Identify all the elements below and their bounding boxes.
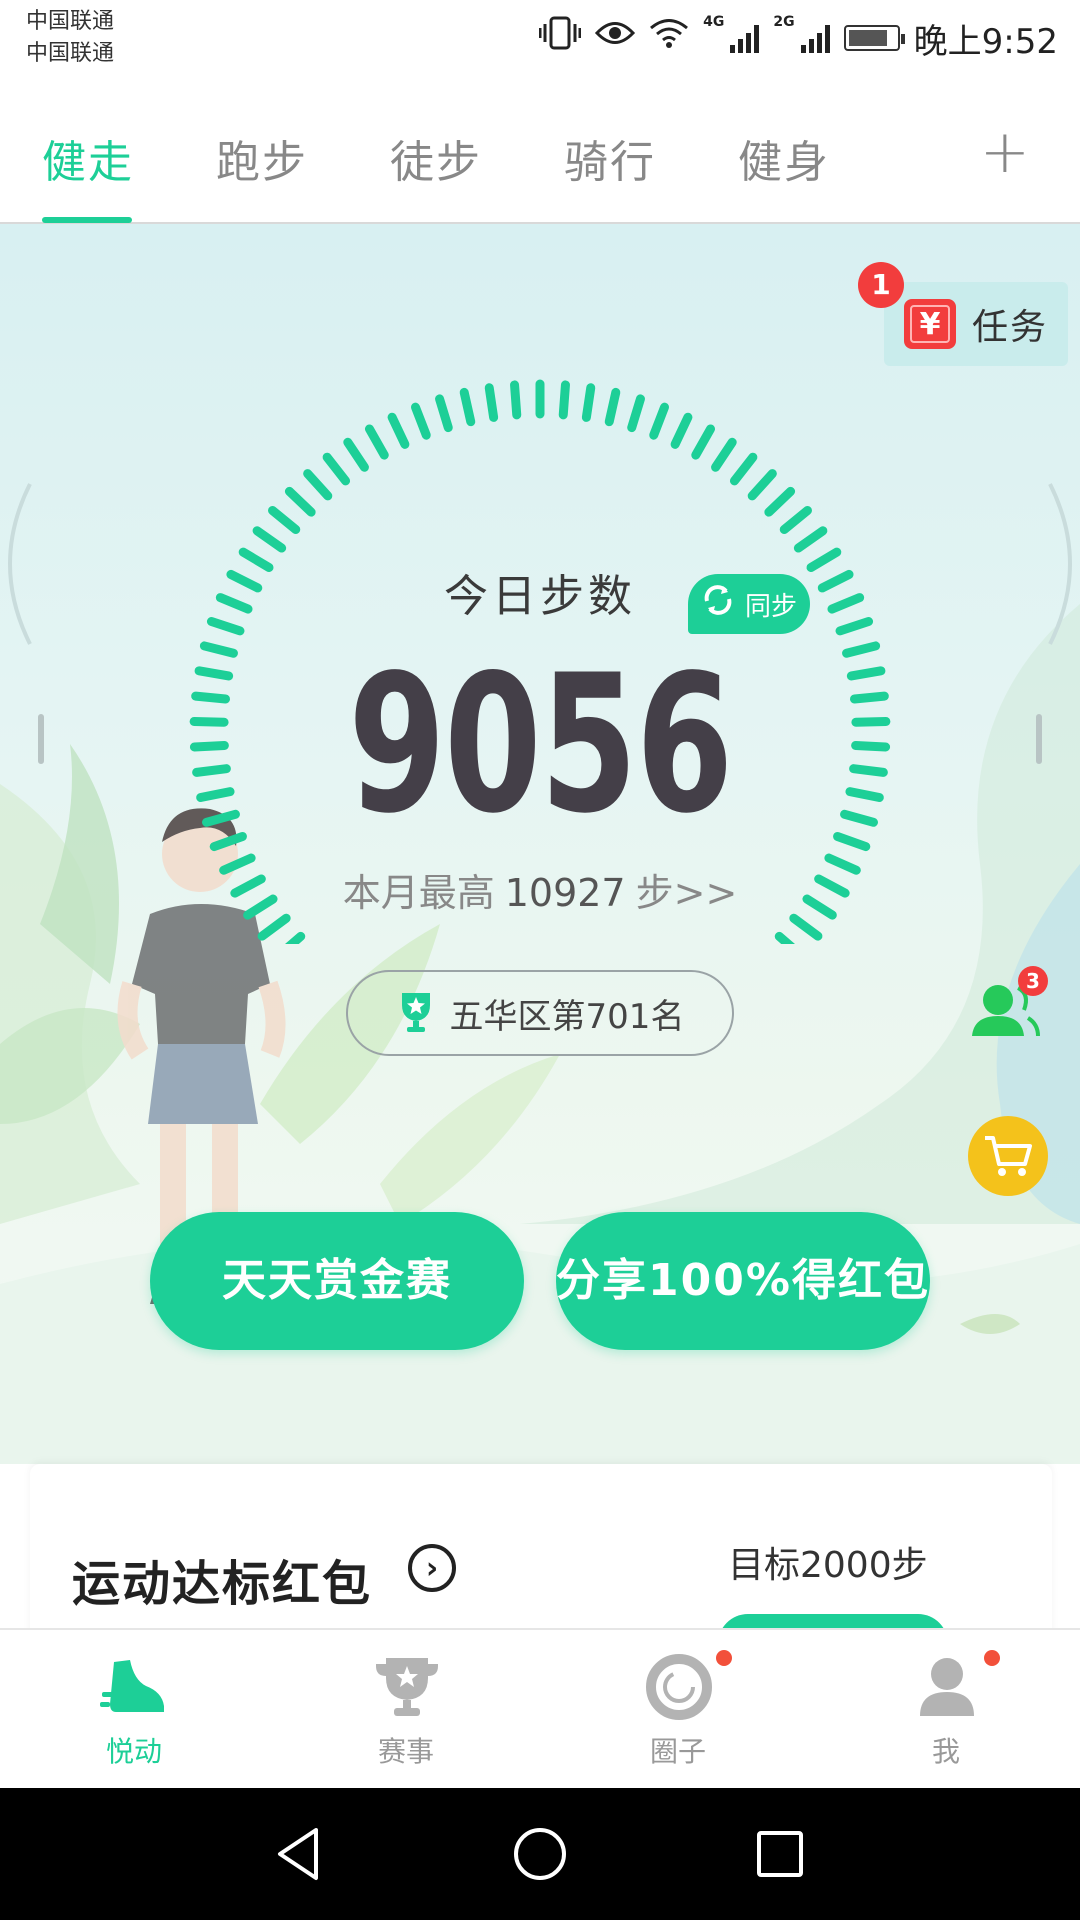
ring-tick — [364, 424, 389, 460]
nav-label-circle: 圈子 — [649, 1735, 706, 1768]
ring-tick — [729, 452, 758, 486]
nav-label-me: 我 — [931, 1735, 960, 1768]
district-rank-text: 五华区第701名 — [449, 996, 685, 1037]
nav-events[interactable]: 赛事 — [326, 1630, 486, 1790]
active-tab-indicator — [42, 217, 132, 223]
network-type-1: 4G — [703, 14, 725, 30]
share-red-packet-button[interactable]: 分享100%得红包 — [556, 1212, 930, 1350]
status-icons: 4G 2G 晚上9:52 — [538, 14, 1058, 62]
wifi-icon — [649, 17, 689, 60]
ring-tick — [558, 380, 570, 420]
ring-tick — [670, 412, 693, 449]
month-best-suffix: 步>> — [635, 871, 738, 915]
eye-comfort-icon — [595, 18, 636, 59]
sync-button[interactable]: 同步 — [688, 574, 810, 634]
status-bar: 中国联通 中国联通 4G 2G 晚上9:52 — [0, 0, 1080, 88]
trophy-nav-icon — [376, 1658, 438, 1716]
task-badge: 1 — [858, 262, 904, 308]
ring-tick — [581, 383, 596, 422]
tab-cycle[interactable]: 骑行 — [564, 126, 656, 190]
nav-me[interactable]: 我 — [866, 1630, 1026, 1790]
signal-2-icon — [800, 23, 830, 53]
bottom-navigation: 悦动 赛事 圈子 我 — [0, 1628, 1080, 1788]
sync-icon — [701, 583, 735, 626]
nav-label-events: 赛事 — [377, 1735, 434, 1768]
task-button[interactable]: ¥ 任务 — [884, 282, 1068, 366]
ring-tick — [764, 486, 796, 517]
card-target-text: 目标2000步 — [728, 1545, 928, 1586]
task-label: 任务 — [972, 307, 1049, 348]
ring-tick — [649, 402, 670, 440]
home-icon[interactable] — [510, 1824, 570, 1884]
ring-tick — [793, 526, 828, 553]
back-icon[interactable] — [270, 1824, 330, 1884]
circle-notification-dot — [716, 1650, 732, 1666]
sync-label: 同步 — [744, 591, 797, 622]
ring-tick — [747, 469, 777, 501]
ring-tick — [459, 387, 476, 427]
tab-hike[interactable]: 徒步 — [390, 126, 482, 190]
ring-tick — [779, 505, 812, 535]
ring-tick — [343, 437, 369, 472]
step-hero: ¥ 任务 1 今日步数 同步 9056 本月最高 10927 步>> 五华区第701… — [0, 224, 1080, 1464]
card-title: 运动达标红包 — [72, 1556, 373, 1612]
card-more-arrow-icon[interactable]: › — [408, 1544, 456, 1592]
ring-tick — [789, 913, 823, 941]
ring-tick — [435, 394, 453, 433]
ring-tick — [268, 505, 301, 535]
month-best-prefix: 本月最高 — [342, 871, 495, 915]
step-count: 9056 — [348, 634, 733, 855]
tab-run[interactable]: 跑步 — [216, 126, 308, 190]
today-steps-label: 今日步数 — [444, 571, 636, 622]
ring-tick — [303, 469, 333, 501]
vibrate-icon — [538, 16, 582, 61]
prev-page-handle[interactable] — [38, 714, 44, 764]
ring-tick — [774, 931, 795, 944]
ring-tick — [627, 394, 645, 433]
ring-tick — [691, 424, 716, 460]
ring-tick — [387, 412, 410, 449]
system-navigation-bar — [0, 1788, 1080, 1920]
ring-tick — [322, 452, 351, 486]
recents-icon[interactable] — [750, 1824, 810, 1884]
ring-tick — [604, 387, 621, 427]
trophy-icon — [396, 989, 436, 1037]
shop-cart-button[interactable] — [968, 1116, 1048, 1196]
sport-tabs: 健走 跑步 徒步 骑行 健身 + — [0, 88, 1080, 224]
friends-badge: 3 — [1018, 966, 1048, 996]
ring-tick — [410, 402, 431, 440]
carrier-name-1: 中国联通 — [26, 9, 115, 34]
tab-fitness[interactable]: 健身 — [738, 126, 830, 190]
cart-icon — [985, 1136, 1032, 1176]
clock: 晚上9:52 — [913, 21, 1058, 62]
nav-yuedong[interactable]: 悦动 — [54, 1630, 214, 1790]
circle-icon — [646, 1654, 712, 1720]
daily-bounty-race-button[interactable]: 天天赏金赛 — [150, 1212, 524, 1350]
nav-circle[interactable]: 圈子 — [598, 1630, 758, 1790]
add-tab-button[interactable]: + — [980, 122, 1030, 182]
month-best-link[interactable]: 本月最高 10927 步>> — [0, 862, 1080, 917]
shoe-icon — [100, 1660, 164, 1712]
ring-tick — [510, 380, 522, 420]
district-rank-button[interactable]: 五华区第701名 — [346, 970, 734, 1056]
tab-walk[interactable]: 健走 — [42, 126, 134, 190]
ring-tick — [285, 931, 306, 944]
carrier-name-2: 中国联通 — [26, 41, 115, 66]
red-envelope-icon: ¥ — [904, 299, 956, 349]
nav-label-yuedong: 悦动 — [105, 1735, 162, 1768]
month-best-value: 10927 — [504, 871, 626, 915]
next-page-handle[interactable] — [1036, 714, 1042, 764]
ring-tick — [257, 913, 291, 941]
signal-1-icon — [730, 23, 760, 53]
ring-tick — [711, 437, 737, 472]
ring-tick — [284, 486, 316, 517]
user-icon — [920, 1658, 974, 1716]
ring-tick — [252, 526, 287, 553]
ring-tick — [484, 383, 499, 422]
network-type-2: 2G — [773, 14, 795, 30]
battery-icon — [843, 25, 905, 51]
me-notification-dot — [984, 1650, 1000, 1666]
